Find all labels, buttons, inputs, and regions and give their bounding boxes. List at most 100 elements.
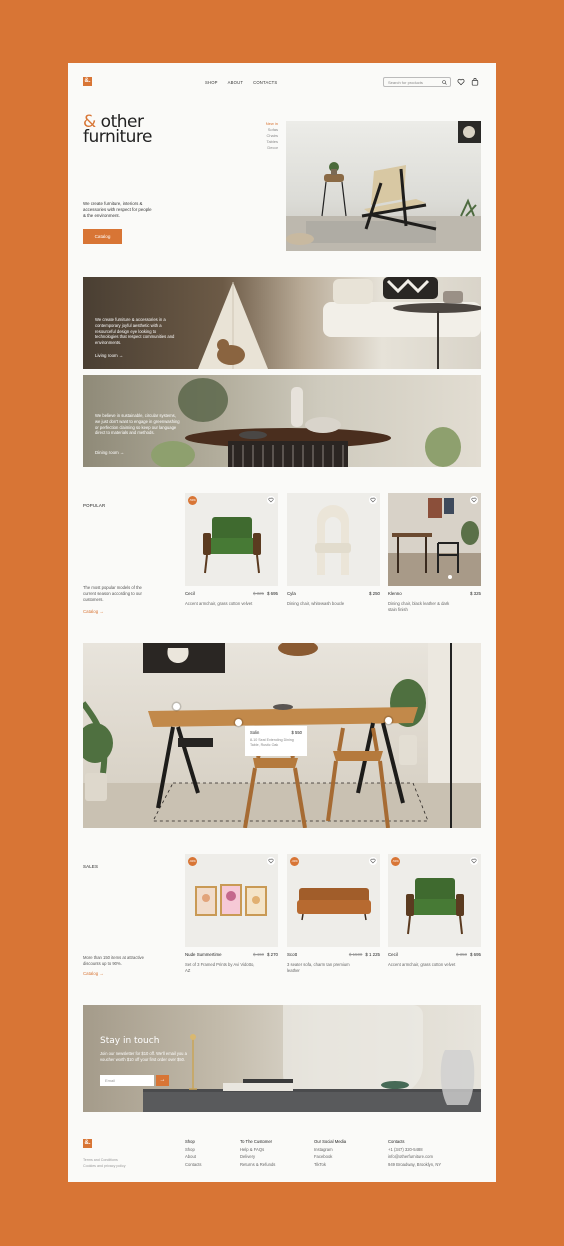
favorite-heart-icon[interactable] [267, 496, 275, 504]
product-row: Nude Summertime $ 460 $ 270 [185, 952, 278, 957]
product-name[interactable]: Nude Summertime [185, 952, 222, 957]
armchair-illustration [203, 517, 261, 574]
product-image[interactable] [388, 493, 481, 586]
favorite-heart-icon[interactable] [369, 496, 377, 504]
footer-link[interactable]: Contacts [185, 1161, 202, 1169]
search-icon [442, 80, 447, 85]
footer-phone[interactable]: +1 (347) 320-5488 [388, 1146, 441, 1154]
logo[interactable]: &. [83, 77, 92, 86]
footer-column-contacts: Contacts +1 (347) 320-5488 info@otherfur… [388, 1138, 441, 1168]
favorite-heart-icon[interactable] [369, 857, 377, 865]
footer-link[interactable]: About [185, 1153, 202, 1161]
product-card-cyla[interactable]: Cyla $ 250 Dining chair, whitewash boucl… [287, 493, 380, 607]
product-description: Dining chair, black leather & dark stain… [388, 601, 450, 612]
dining-showcase-image: Solin $ 550 8-10 Seat Extending Dining T… [83, 643, 481, 828]
product-card-klenno[interactable]: Klenno $ 325 Dining chair, black leather… [388, 493, 481, 612]
product-name[interactable]: Cecil [185, 591, 195, 596]
product-description: Set of 3 Framed Prints by Avi Vidotto, A… [185, 962, 255, 973]
catalog-button[interactable]: Catalog [83, 229, 122, 244]
product-card-nude-summertime[interactable]: -90% Nude Summertime $ 460 $ 270 Set of 3… [185, 854, 278, 973]
product-image[interactable]: -90% [185, 854, 278, 947]
price: $ 325 [470, 591, 481, 596]
nav-contacts[interactable]: CONTACTS [253, 80, 277, 85]
popular-label: POPULAR [83, 503, 106, 508]
product-row: Cyla $ 250 [287, 591, 380, 596]
footer-link[interactable]: Instagram [314, 1146, 346, 1154]
dining-room-banner[interactable]: We believe in sustainable, circular syst… [83, 375, 481, 467]
product-hotspot[interactable] [385, 717, 392, 724]
living-room-link[interactable]: Living room → [95, 353, 123, 358]
main-nav: SHOP ABOUT CONTACTS [205, 80, 277, 85]
product-card-cecil[interactable]: -50% Cecil $ 325 $ 695 Accent armchair, g… [185, 493, 278, 607]
framed-prints-illustration [195, 884, 267, 916]
cart-icon[interactable] [471, 78, 479, 86]
footer-legal: Terms and Conditions Cookies and privacy… [83, 1157, 126, 1169]
old-price: $ 350 [456, 952, 467, 957]
footer-column-social: Our Social Media Instagram Facebook TikT… [314, 1138, 346, 1168]
favorite-heart-icon[interactable] [267, 857, 275, 865]
dining-room-text: We believe in sustainable, circular syst… [95, 413, 180, 436]
product-name[interactable]: Cyla [287, 591, 296, 596]
category-decor[interactable]: Decor [258, 145, 278, 151]
tooltip-name: Solin [250, 730, 260, 735]
discount-badge: -50% [391, 857, 400, 866]
footer-link[interactable]: Facebook [314, 1153, 346, 1161]
footer-column-title: Contacts [388, 1139, 405, 1144]
footer-link[interactable]: Shop [185, 1146, 202, 1154]
footer-column-customer: To The Customer Help & FAQs Delivery Ret… [240, 1138, 275, 1168]
price: $ 695 [470, 952, 481, 957]
product-card-scott[interactable]: -30% Scott $ 1500 $ 1 225 3 seater sofa, … [287, 854, 380, 973]
product-row: Cecil $ 350 $ 695 [388, 952, 481, 957]
subscribe-button[interactable]: → [156, 1075, 169, 1086]
product-tooltip[interactable]: Solin $ 550 8-10 Seat Extending Dining T… [245, 726, 307, 756]
footer-link[interactable]: Help & FAQs [240, 1146, 275, 1154]
product-name[interactable]: Cecil [388, 952, 398, 957]
footer-link[interactable]: TikTok [314, 1161, 346, 1169]
hero-title: & other furniture [83, 114, 152, 147]
privacy-link[interactable]: Cookies and privacy policy [83, 1163, 126, 1169]
favorite-heart-icon[interactable] [470, 496, 478, 504]
lounge-chair-illustration [286, 121, 481, 251]
product-image[interactable]: -30% [287, 854, 380, 947]
product-description: Accent armchair, grass cotton velvet [388, 962, 456, 967]
heart-icon[interactable] [457, 78, 465, 86]
product-card-cecil-sale[interactable]: -50% Cecil $ 350 $ 695 Accent armchair, g… [388, 854, 481, 968]
footer-logo[interactable]: &. [83, 1139, 92, 1148]
footer-link[interactable]: Delivery [240, 1153, 275, 1161]
newsletter-section: Stay in touch Join our newsletter for $1… [83, 1005, 481, 1112]
dining-room-link[interactable]: Dining room → [95, 450, 124, 455]
living-room-banner[interactable]: We create furniture & accessories in a c… [83, 277, 481, 369]
product-image[interactable]: -50% [388, 854, 481, 947]
product-name[interactable]: Klenno [388, 591, 402, 596]
nav-about[interactable]: ABOUT [228, 80, 243, 85]
footer-link[interactable]: Returns & Refunds [240, 1161, 275, 1169]
living-room-text: We create furniture & accessories in a c… [95, 317, 175, 346]
email-input[interactable]: Email [100, 1075, 154, 1086]
dining-scene-illustration [388, 498, 481, 586]
discount-badge: -30% [290, 857, 299, 866]
hero-image [286, 121, 481, 251]
product-hotspot[interactable] [235, 719, 242, 726]
search-input[interactable]: Search for products [383, 77, 451, 87]
nav-shop[interactable]: SHOP [205, 80, 218, 85]
footer-column-title: Our Social Media [314, 1139, 347, 1144]
sales-label: SALES [83, 864, 99, 869]
popular-catalog-link[interactable]: Catalog → [83, 609, 104, 614]
footer-column-shop: Shop Shop About Contacts [185, 1138, 202, 1168]
search-placeholder: Search for products [388, 80, 423, 85]
product-name[interactable]: Scott [287, 952, 297, 957]
favorite-heart-icon[interactable] [470, 857, 478, 865]
footer-email[interactable]: info@otherfurniture.com [388, 1153, 441, 1161]
product-image[interactable] [287, 493, 380, 586]
product-row: Cecil $ 325 $ 695 [185, 591, 278, 596]
sales-catalog-link[interactable]: Catalog → [83, 971, 104, 976]
product-description: Accent armchair, grass cotton velvet [185, 601, 253, 606]
product-description: 3 seater sofa, charm tan premium leather [287, 962, 350, 973]
hero-description: We create furniture, interiors & accesso… [83, 201, 152, 218]
hero-title-line2: furniture [83, 127, 152, 147]
product-description: Dining chair, whitewash boucle [287, 601, 345, 606]
product-hotspot[interactable] [173, 703, 180, 710]
product-image[interactable]: -50% [185, 493, 278, 586]
page: &. SHOP ABOUT CONTACTS Search for produc… [68, 63, 496, 1182]
category-list: New in Sofas Chairs Tables Decor [258, 121, 278, 151]
